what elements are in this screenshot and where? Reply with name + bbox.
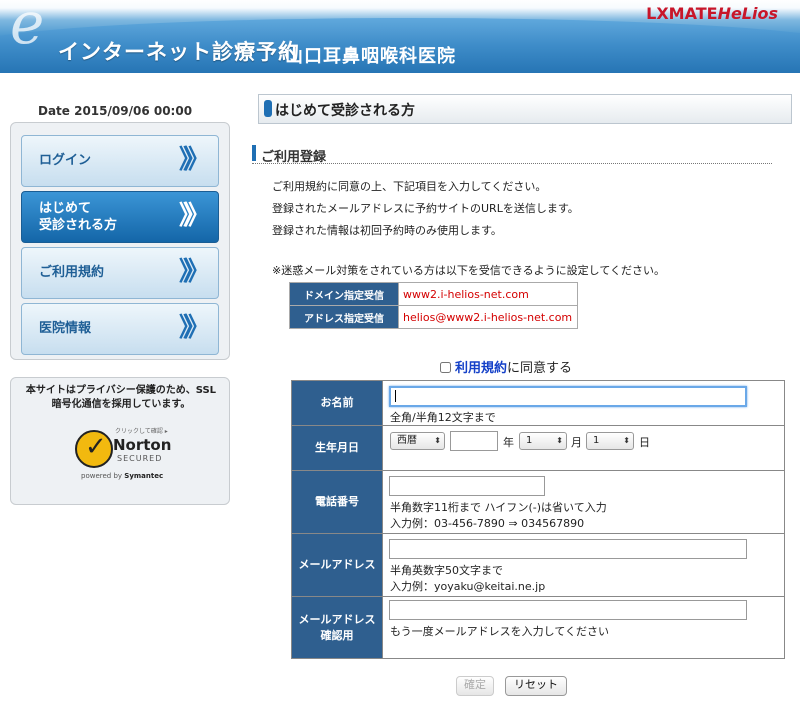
norton-seal[interactable]: ✓ クリックして確認 ▸ Norton SECURED powered by S…	[73, 426, 177, 482]
sidebar-item-first-visit[interactable]: はじめて 受診される方 》》	[21, 191, 219, 243]
year-unit: 年	[503, 436, 514, 449]
updown-arrow-icon: ⬍	[623, 436, 630, 445]
sidebar-item-label: ログイン	[39, 153, 92, 168]
month-unit: 月	[571, 436, 582, 449]
agree-row: 利用規約に同意する	[440, 357, 572, 376]
page-title: はじめて受診される方	[275, 103, 415, 119]
email-confirm-label: メールアドレス 確認用	[292, 597, 383, 658]
chevrons-right-icon: 》》	[178, 313, 210, 343]
page-title-bar: はじめて受診される方	[258, 94, 792, 124]
email-example: 入力例：yoyaku@keitai.ne.jp	[390, 580, 546, 593]
clinic-name: 山口耳鼻咽喉科医院	[285, 46, 456, 67]
sidebar-item-label: ご利用規約	[39, 265, 105, 280]
table-row: アドレス指定受信 helios@www2.i-helios-net.com	[289, 305, 578, 329]
birthday-label: 生年月日	[292, 426, 383, 470]
terms-link[interactable]: 利用規約	[455, 361, 507, 376]
email-cell: 半角英数字50文字まで 入力例：yoyaku@keitai.ne.jp	[383, 534, 784, 596]
norton-verify-text: クリックして確認 ▸	[115, 428, 168, 435]
form-row-birthday: 生年月日 西暦 ⬍ 年 1 ⬍ 月 1 ⬍ 日	[292, 426, 784, 471]
phone-hint: 半角数字11桁まで ハイフン(-)は省いて入力	[390, 501, 607, 514]
day-value: 1	[593, 435, 600, 446]
email-confirm-cell: もう一度メールアドレスを入力してください	[383, 597, 784, 658]
security-text: 本サイトはプライバシー保護のため、SSL暗号化通信を採用しています。	[25, 385, 217, 410]
table-value-cell: helios@www2.i-helios-net.com	[398, 305, 578, 329]
norton-name: Norton	[113, 436, 172, 454]
table-header-cell: アドレス指定受信	[289, 305, 399, 329]
norton-powered: powered by Symantec	[81, 472, 163, 480]
birth-month-select[interactable]: 1 ⬍	[519, 432, 567, 450]
table-row: ドメイン指定受信 www2.i-helios-net.com	[289, 282, 578, 306]
spam-settings-table: ドメイン指定受信 www2.i-helios-net.com アドレス指定受信 …	[289, 282, 578, 329]
table-header-cell: ドメイン指定受信	[289, 282, 399, 306]
birth-year-input[interactable]	[450, 431, 498, 451]
name-cell: 全角/半角12文字まで	[383, 381, 784, 425]
birthday-cell: 西暦 ⬍ 年 1 ⬍ 月 1 ⬍ 日	[383, 426, 784, 470]
chevrons-right-icon: 》》	[178, 257, 210, 287]
email-input[interactable]	[389, 539, 747, 559]
sidebar-item-label: はじめて 受診される方	[39, 200, 117, 234]
reset-button[interactable]: リセット	[505, 676, 567, 696]
email-confirm-label-line2: 確認用	[320, 628, 354, 642]
form-row-email-confirm: メールアドレス 確認用 もう一度メールアドレスを入力してください	[292, 597, 784, 658]
confirm-button[interactable]: 確定	[456, 676, 494, 696]
checkmark-icon: ✓	[75, 430, 113, 468]
agree-checkbox[interactable]	[440, 362, 451, 373]
spam-note: ※迷惑メール対策をされている方は以下を受信できるように設定してください。	[272, 264, 666, 277]
norton-powered-by: powered by	[81, 472, 123, 480]
sidebar-item-terms[interactable]: ご利用規約 》》	[21, 247, 219, 299]
norton-secured: SECURED	[117, 454, 163, 463]
sidebar-item-clinic-info[interactable]: 医院情報 》》	[21, 303, 219, 355]
birth-day-select[interactable]: 1 ⬍	[586, 432, 634, 450]
brand-sub: HeLios	[717, 4, 778, 23]
sidebar-item-label: 医院情報	[39, 321, 92, 336]
name-hint: 全角/半角12文字まで	[390, 411, 496, 424]
chevrons-right-icon: 》》	[178, 201, 210, 231]
norton-symantec: Symantec	[124, 472, 164, 480]
chevrons-right-icon: 》》	[178, 145, 210, 175]
name-input[interactable]	[389, 386, 747, 407]
intro-line-3: 登録された情報は初回予約時のみ使用します。	[272, 224, 502, 237]
agree-text: に同意する	[507, 361, 573, 376]
brand-main: LXMATE	[646, 4, 718, 23]
era-value: 西暦	[397, 435, 417, 446]
title-marker	[264, 100, 272, 117]
updown-arrow-icon: ⬍	[556, 436, 563, 445]
phone-cell: 半角数字11桁まで ハイフン(-)は省いて入力 入力例：03-456-7890 …	[383, 471, 784, 533]
email-confirm-hint: もう一度メールアドレスを入力してください	[390, 625, 610, 638]
updown-arrow-icon: ⬍	[434, 436, 441, 445]
sidebar-item-label-line2: 受診される方	[39, 218, 118, 233]
sidebar-item-label-line1: はじめて	[39, 201, 92, 216]
email-confirm-label-line1: メールアドレス	[298, 612, 376, 626]
section-marker	[252, 145, 256, 161]
email-label: メールアドレス	[292, 534, 383, 596]
sidebar-nav: ログイン 》》 はじめて 受診される方 》》 ご利用規約 》》 医院情報 》》	[10, 122, 230, 360]
form-row-name: お名前 全角/半角12文字まで	[292, 381, 784, 426]
section-header: ご利用登録	[252, 145, 772, 165]
registration-form: お名前 全角/半角12文字まで 生年月日 西暦 ⬍ 年 1 ⬍ 月 1 ⬍ 日 電話番…	[291, 380, 785, 659]
day-unit: 日	[639, 436, 650, 449]
era-select[interactable]: 西暦 ⬍	[390, 432, 445, 450]
phone-example: 入力例：03-456-7890 ⇒ 034567890	[390, 517, 585, 530]
phone-input[interactable]	[389, 476, 545, 496]
sidebar-item-login[interactable]: ログイン 》》	[21, 135, 219, 187]
e-logo-icon: e	[10, 0, 45, 57]
header-banner: e インターネット診療予約 山口耳鼻咽喉科医院 LXMATEHeLios	[0, 0, 800, 73]
app-title: インターネット診療予約	[58, 40, 300, 64]
current-date: Date 2015/09/06 00:00	[38, 104, 193, 118]
intro-line-1: ご利用規約に同意の上、下記項目を入力してください。	[272, 180, 547, 193]
name-label: お名前	[292, 381, 383, 425]
table-value-cell: www2.i-helios-net.com	[398, 282, 578, 306]
month-value: 1	[526, 435, 533, 446]
email-confirm-input[interactable]	[389, 600, 747, 620]
text-caret	[395, 390, 396, 402]
form-row-phone: 電話番号 半角数字11桁まで ハイフン(-)は省いて入力 入力例：03-456-…	[292, 471, 784, 534]
security-box: 本サイトはプライバシー保護のため、SSL暗号化通信を採用しています。 ✓ クリッ…	[10, 377, 230, 505]
brand-logo: LXMATEHeLios	[646, 4, 778, 23]
email-hint: 半角英数字50文字まで	[390, 564, 503, 577]
phone-label: 電話番号	[292, 471, 383, 533]
intro-line-2: 登録されたメールアドレスに予約サイトのURLを送信します。	[272, 202, 579, 215]
form-row-email: メールアドレス 半角英数字50文字まで 入力例：yoyaku@keitai.ne…	[292, 534, 784, 597]
section-title: ご利用登録	[261, 150, 327, 165]
